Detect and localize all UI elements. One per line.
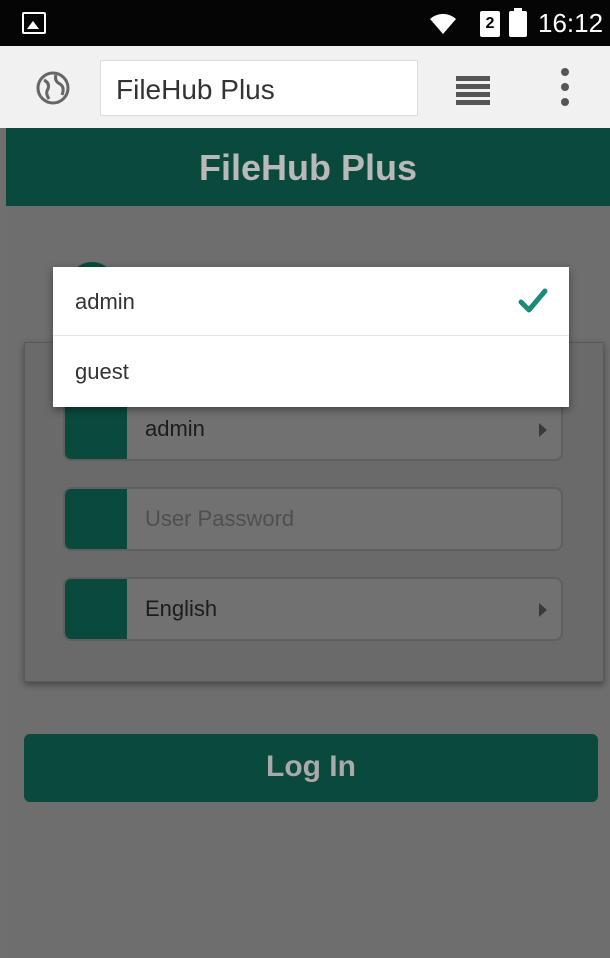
overflow-menu-icon[interactable] [560, 68, 570, 112]
dropdown-option-label: admin [75, 289, 135, 314]
user-select-value: admin [145, 416, 205, 441]
address-text: FileHub Plus [116, 74, 275, 105]
login-button[interactable]: Log In [24, 734, 598, 802]
password-field[interactable]: User Password [63, 487, 563, 551]
language-icon [65, 579, 127, 639]
language-select-value: English [145, 596, 218, 621]
login-button-label: Log In [266, 750, 356, 783]
menu-lines-icon[interactable] [456, 76, 490, 106]
dropdown-option-guest[interactable]: guest [53, 337, 569, 406]
chevron-right-icon [539, 423, 547, 437]
password-placeholder: User Password [145, 506, 295, 531]
status-time: 16:12 [538, 8, 604, 38]
globe-icon[interactable] [36, 71, 70, 105]
app-title: FileHub Plus [198, 147, 418, 188]
browser-toolbar: FileHub Plus [0, 46, 610, 128]
battery-icon [509, 8, 527, 37]
dropdown-option-label: guest [75, 359, 129, 384]
lock-icon [65, 489, 127, 549]
app-header: FileHub Plus [6, 128, 610, 206]
checkmark-icon [518, 288, 548, 313]
chevron-right-icon [539, 603, 547, 617]
address-bar[interactable]: FileHub Plus [100, 60, 418, 116]
wifi-icon [430, 13, 456, 34]
user-icon [65, 399, 127, 459]
status-bar: 2 16:12 [0, 0, 610, 46]
sim-icon: 2 [480, 11, 500, 37]
dropdown-option-admin[interactable]: admin [53, 267, 569, 336]
user-dropdown: admin guest [53, 267, 569, 407]
language-select[interactable]: English [63, 577, 563, 641]
image-icon [22, 12, 46, 34]
